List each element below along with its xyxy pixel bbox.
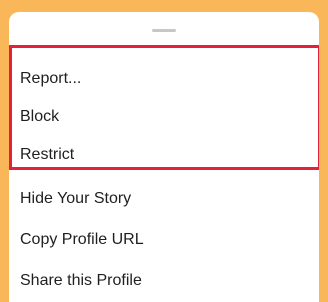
bottom-sheet: Report... Block Restrict Hide Your Story… <box>9 12 319 302</box>
menu-item-share-this-profile[interactable]: Share this Profile <box>20 266 142 296</box>
menu-item-copy-profile-url[interactable]: Copy Profile URL <box>20 225 144 255</box>
highlight-annotation-box <box>9 45 319 170</box>
drag-handle[interactable] <box>152 29 176 32</box>
menu-item-hide-your-story[interactable]: Hide Your Story <box>20 184 131 214</box>
